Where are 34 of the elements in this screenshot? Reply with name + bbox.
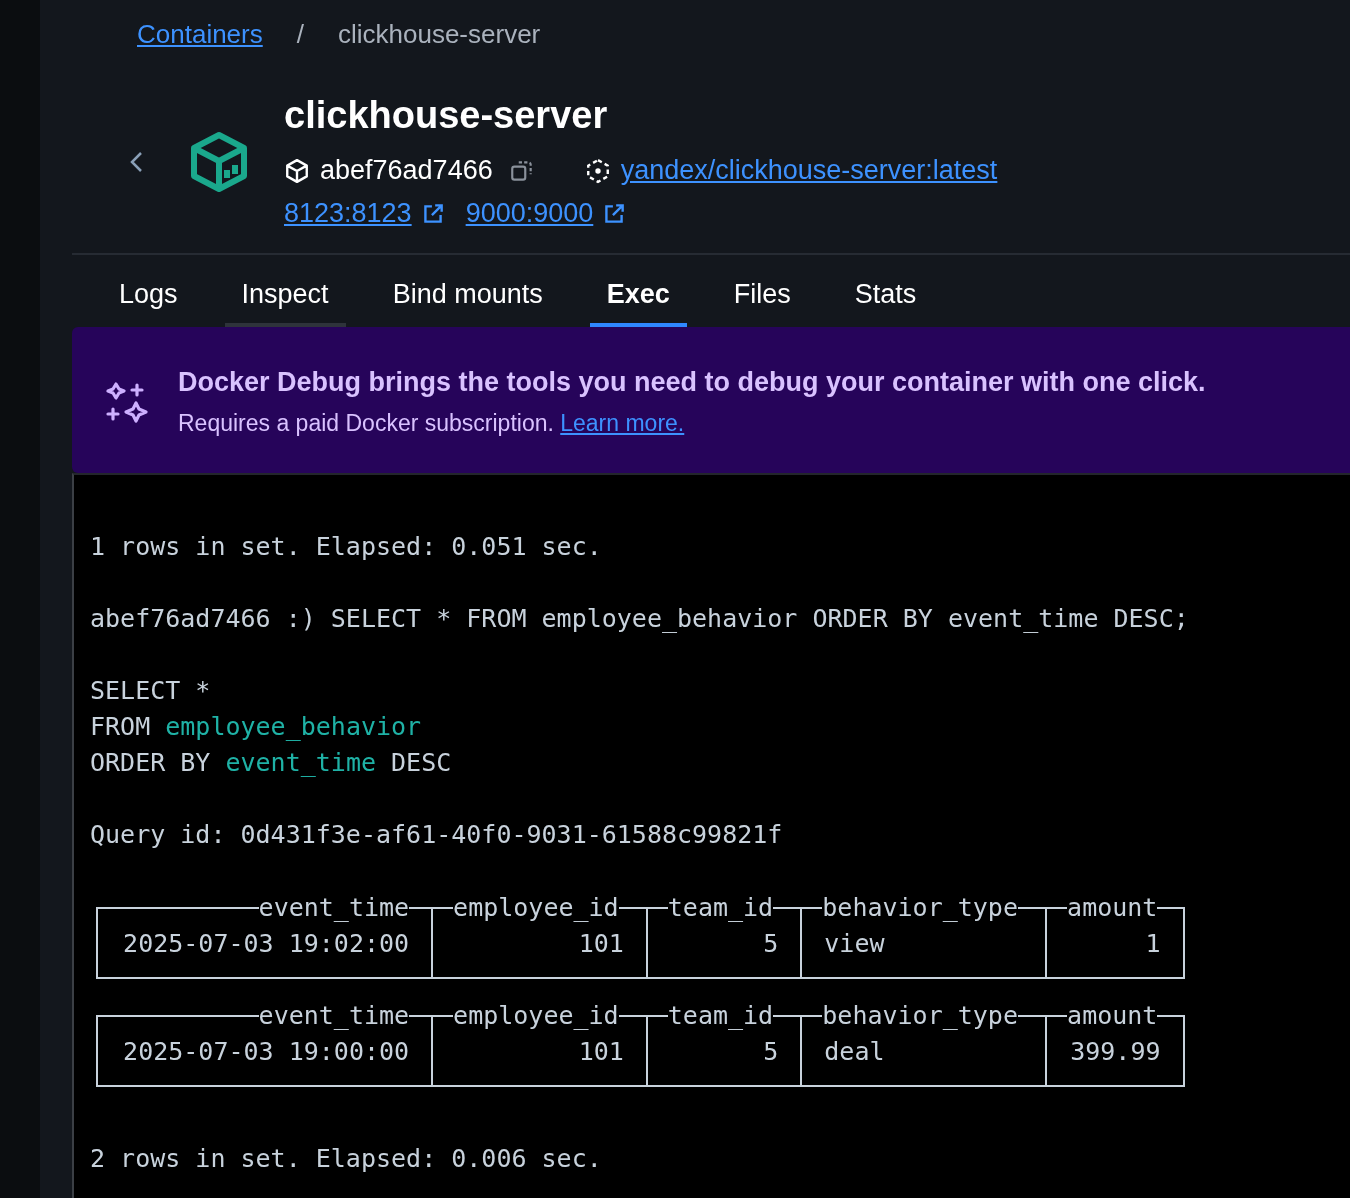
breadcrumb-separator: / (296, 18, 304, 50)
terminal-line: Query id: 0d431f3e-af61-40f0-9031-61588c99821f (90, 819, 784, 851)
cube-icon (284, 157, 310, 184)
image-link[interactable]: yandex/clickhouse-server:latest (620, 155, 998, 186)
port-link[interactable]: 9000:9000 (465, 198, 594, 229)
banner-title: Docker Debug brings the tools you need to debug your container with one click. (178, 367, 1206, 398)
tab[interactable]: Logs (102, 255, 195, 327)
image-icon (584, 157, 611, 184)
container-title: clickhouse-server (284, 94, 609, 137)
port-link[interactable]: 8123:8123 (284, 198, 412, 229)
terminal-line: FROM employee_behavior (90, 711, 423, 743)
table-cell: 1 (1145, 929, 1161, 958)
learn-more-link[interactable]: Learn more. (560, 410, 685, 436)
breadcrumb-link[interactable]: Containers (137, 18, 263, 50)
table-cell: 2025-07-03 19:02:00 (123, 929, 410, 958)
terminal-line: ORDER BY event_time DESC (90, 747, 453, 779)
table-cell: 5 (763, 929, 779, 958)
container-id: abef76ad7466 (320, 155, 493, 186)
table-cell: deal (824, 1037, 885, 1066)
terminal-line: 1 rows in set. Elapsed: 0.051 sec. (90, 531, 603, 563)
terminal-line: SELECT * (90, 675, 212, 707)
terminal-line: 2 rows in set. Elapsed: 0.006 sec. (90, 1143, 603, 1175)
tab[interactable]: Files (716, 255, 808, 327)
tab[interactable]: Stats (837, 255, 934, 327)
table-cell: 5 (763, 1037, 779, 1066)
table-cell: 101 (578, 1037, 624, 1066)
table-cell: 399.99 (1070, 1037, 1161, 1066)
table-cell: 101 (578, 929, 624, 958)
table-cell: 2025-07-03 19:00:00 (123, 1037, 410, 1066)
terminal-line: abef76ad7466 :) SELECT * FROM employee_behavior ORDER BY event_time DESC; (90, 603, 1190, 635)
banner-text: Requires a paid Docker subscription. (178, 410, 554, 436)
breadcrumb-current: clickhouse-server (337, 18, 541, 50)
tab[interactable]: Bind mounts (375, 255, 560, 327)
table-cell: view (824, 929, 885, 958)
